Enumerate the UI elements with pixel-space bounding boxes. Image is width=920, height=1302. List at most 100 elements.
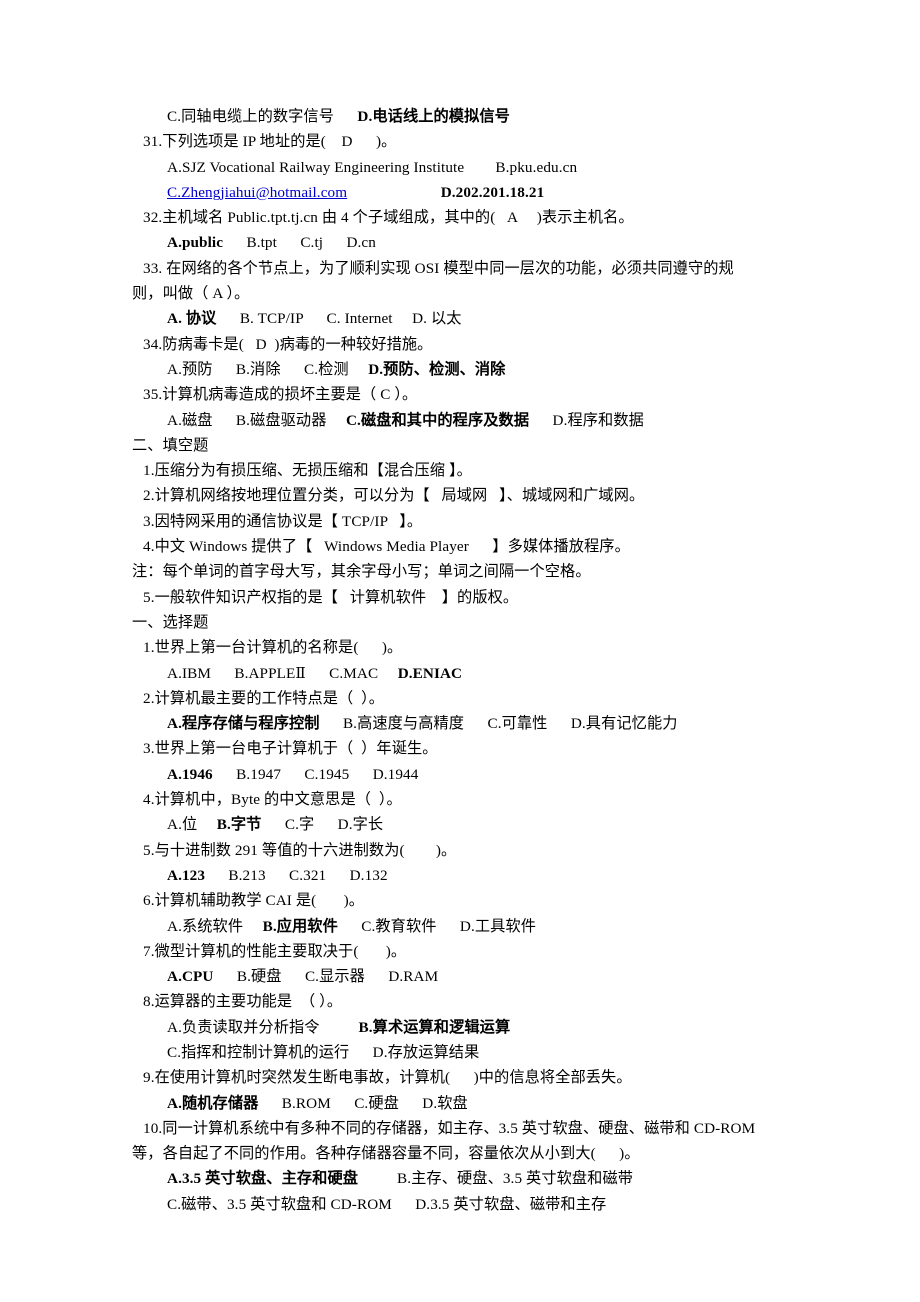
question-30-options-cd: C.同轴电缆上的数字信号 D.电话线上的模拟信号	[132, 104, 787, 129]
text-run: A.系统软件	[167, 917, 263, 935]
text-run: A.SJZ Vocational Railway Engineering Ins…	[167, 158, 465, 176]
text-run: B.213 C.321 D.132	[205, 866, 388, 884]
question-6-options: A.系统软件 B.应用软件 C.教育软件 D.工具软件	[132, 914, 787, 939]
text-run: 二、填空题	[132, 436, 209, 454]
question-6-stem: 6.计算机辅助教学 CAI 是( )。	[132, 888, 787, 913]
text-run: 4.中文 Windows 提供了【 Windows Media Player 】…	[143, 538, 630, 556]
text-run: 则，叫做（ A ）。	[132, 285, 250, 303]
blank-1: 1.压缩分为有损压缩、无损压缩和【混合压缩 】。	[132, 458, 787, 483]
text-run: 5.与十进制数 291 等值的十六进制数为( )。	[143, 841, 457, 859]
text-run: B. TCP/IP C. Internet D. 以太	[216, 310, 462, 328]
text-run: B.1947 C.1945 D.1944	[212, 765, 419, 783]
text-run: 7.微型计算机的性能主要取决于( )。	[143, 942, 407, 960]
question-8-stem: 8.运算器的主要功能是 （ ）。	[132, 989, 787, 1014]
answer-bold-run: A.1946	[167, 765, 213, 783]
answer-bold-run: A.123	[167, 866, 206, 884]
question-34-options: A.预防 B.消除 C.检测 D.预防、检测、消除	[132, 357, 787, 382]
answer-bold-run: B.应用软件	[262, 917, 338, 935]
answer-bold-run: D.ENIAC	[397, 664, 463, 682]
question-33-stem-line1: 33. 在网络的各个节点上，为了顺利实现 OSI 模型中同一层次的功能，必须共同…	[132, 256, 787, 281]
text-run: A.负责读取并分析指令	[167, 1018, 359, 1036]
answer-bold-run: C.磁盘和其中的程序及数据	[345, 411, 530, 429]
answer-bold-run: A. 协议	[167, 310, 217, 328]
text-run: C.教育软件 D.工具软件	[337, 917, 537, 935]
question-33-stem-line2: 则，叫做（ A ）。	[132, 281, 787, 306]
question-31-options-cd: C.Zhengjiahui@hotmail.com D.202.201.18.2…	[132, 180, 787, 205]
blank-5: 5.一般软件知识产权指的是【 计算机软件 】的版权。	[132, 585, 787, 610]
question-1-options: A.IBM B.APPLEⅡ C.MAC D.ENIAC	[132, 661, 787, 686]
text-run: 注：每个单词的首字母大写，其余字母小写；单词之间隔一个空格。	[132, 563, 591, 581]
text-run: 33. 在网络的各个节点上，为了顺利实现 OSI 模型中同一层次的功能，必须共同…	[143, 259, 734, 277]
question-1-stem: 1.世界上第一台计算机的名称是( )。	[132, 635, 787, 660]
answer-bold-run: D.202.201.18.21	[440, 183, 545, 201]
text-run: C.磁带、3.5 英寸软盘和 CD-ROM D.3.5 英寸软盘、磁带和主存	[167, 1195, 607, 1213]
text-run: 31.下列选项是 IP 地址的是( D )。	[143, 133, 397, 151]
question-10-stem-line2: 等，各自起了不同的作用。各种存储器容量不同，容量依次从小到大( )。	[132, 1141, 787, 1166]
text-run	[464, 159, 495, 176]
question-10-options-cd: C.磁带、3.5 英寸软盘和 CD-ROM D.3.5 英寸软盘、磁带和主存	[132, 1192, 787, 1217]
answer-bold-run: A.public	[167, 234, 224, 252]
text-run: A.预防 B.消除 C.检测	[167, 360, 369, 378]
question-2-options: A.程序存储与程序控制 B.高速度与高精度 C.可靠性 D.具有记忆能力	[132, 711, 787, 736]
question-9-options: A.随机存储器 B.ROM C.硬盘 D.软盘	[132, 1091, 787, 1116]
text-run: A.磁盘 B.磁盘驱动器	[167, 411, 346, 429]
text-run: 3.因特网采用的通信协议是【 TCP/IP 】。	[143, 512, 423, 530]
answer-bold-run: A.3.5 英寸软盘、主存和硬盘	[167, 1170, 359, 1188]
question-3-stem: 3.世界上第一台电子计算机于（ ）年诞生。	[132, 736, 787, 761]
question-5-options: A.123 B.213 C.321 D.132	[132, 863, 787, 888]
text-run: C.字 D.字长	[261, 816, 384, 834]
text-run	[347, 184, 441, 201]
question-10-options-ab: A.3.5 英寸软盘、主存和硬盘 B.主存、硬盘、3.5 英寸软盘和磁带	[132, 1166, 787, 1191]
email-hyperlink[interactable]: C.Zhengjiahui@hotmail.com	[167, 184, 347, 201]
document-page: C.同轴电缆上的数字信号 D.电话线上的模拟信号 31.下列选项是 IP 地址的是…	[0, 0, 920, 1302]
question-2-stem: 2.计算机最主要的工作特点是（ ）。	[132, 686, 787, 711]
question-7-stem: 7.微型计算机的性能主要取决于( )。	[132, 939, 787, 964]
answer-bold-run: D.预防、检测、消除	[368, 360, 506, 378]
question-10-stem-line1: 10.同一计算机系统中有多种不同的存储器，如主存、3.5 英寸软盘、硬盘、磁带和…	[132, 1116, 787, 1141]
text-run: 5.一般软件知识产权指的是【 计算机软件 】的版权。	[143, 588, 519, 606]
answer-bold-run: B.算术运算和逻辑运算	[358, 1018, 511, 1036]
question-35-options: A.磁盘 B.磁盘驱动器 C.磁盘和其中的程序及数据 D.程序和数据	[132, 408, 787, 433]
question-34-stem: 34.防病毒卡是( D )病毒的一种较好措施。	[132, 332, 787, 357]
text-run: 2.计算机最主要的工作特点是（ ）。	[143, 689, 385, 707]
question-5-stem: 5.与十进制数 291 等值的十六进制数为( )。	[132, 838, 787, 863]
text-run: B.ROM C.硬盘 D.软盘	[258, 1094, 468, 1112]
text-run: 8.运算器的主要功能是 （ ）。	[143, 993, 343, 1011]
question-7-options: A.CPU B.硬盘 C.显示器 D.RAM	[132, 964, 787, 989]
text-run: 2.计算机网络按地理位置分类，可以分为【 局域网 】、城域网和广域网。	[143, 487, 645, 505]
text-run: 34.防病毒卡是( D )病毒的一种较好措施。	[143, 335, 433, 353]
question-4-options: A.位 B.字节 C.字 D.字长	[132, 812, 787, 837]
text-run: B.硬盘 C.显示器 D.RAM	[213, 968, 439, 986]
answer-bold-run: A.程序存储与程序控制	[167, 715, 320, 733]
question-8-options-cd: C.指挥和控制计算机的运行 D.存放运算结果	[132, 1040, 787, 1065]
text-run: B.tpt C.tj D.cn	[223, 234, 376, 252]
text-run: C.同轴电缆上的数字信号	[167, 108, 335, 125]
blank-2: 2.计算机网络按地理位置分类，可以分为【 局域网 】、城域网和广域网。	[132, 483, 787, 508]
text-run: 4.计算机中，Byte 的中文意思是（ ）。	[143, 791, 402, 809]
text-run: 一、选择题	[132, 613, 209, 631]
question-31-options-ab: A.SJZ Vocational Railway Engineering Ins…	[132, 155, 787, 180]
section-heading-fill-in-blank: 二、填空题	[132, 433, 787, 458]
text-run: D.程序和数据	[529, 411, 644, 429]
text-run: B.高速度与高精度 C.可靠性 D.具有记忆能力	[319, 715, 678, 733]
text-run: A.IBM B.APPLEⅡ C.MAC	[167, 664, 398, 682]
text-run: 等，各自起了不同的作用。各种存储器容量不同，容量依次从小到大( )。	[132, 1145, 640, 1163]
blank-note: 注：每个单词的首字母大写，其余字母小写；单词之间隔一个空格。	[132, 559, 787, 584]
blank-4: 4.中文 Windows 提供了【 Windows Media Player 】…	[132, 534, 787, 559]
text-run: 10.同一计算机系统中有多种不同的存储器，如主存、3.5 英寸软盘、硬盘、磁带和…	[143, 1119, 756, 1137]
question-31-stem: 31.下列选项是 IP 地址的是( D )。	[132, 129, 787, 154]
text-run: B.pku.edu.cn	[495, 158, 578, 176]
text-run: 1.世界上第一台计算机的名称是( )。	[143, 639, 403, 657]
text-run: 1.压缩分为有损压缩、无损压缩和【混合压缩 】。	[143, 462, 472, 480]
question-4-stem: 4.计算机中，Byte 的中文意思是（ ）。	[132, 787, 787, 812]
text-run: A.位	[167, 816, 217, 834]
answer-bold-run: A.CPU	[167, 968, 214, 986]
question-33-options: A. 协议 B. TCP/IP C. Internet D. 以太	[132, 306, 787, 331]
text-run: 35.计算机病毒造成的损坏主要是（ C ）。	[143, 386, 418, 404]
answer-bold-run: D.电话线上的模拟信号	[357, 108, 510, 125]
answer-bold-run: A.随机存储器	[167, 1094, 259, 1112]
question-35-stem: 35.计算机病毒造成的损坏主要是（ C ）。	[132, 382, 787, 407]
text-run: 3.世界上第一台电子计算机于（ ）年诞生。	[143, 740, 438, 758]
text-run: B.主存、硬盘、3.5 英寸软盘和磁带	[358, 1170, 634, 1188]
question-3-options: A.1946 B.1947 C.1945 D.1944	[132, 762, 787, 787]
